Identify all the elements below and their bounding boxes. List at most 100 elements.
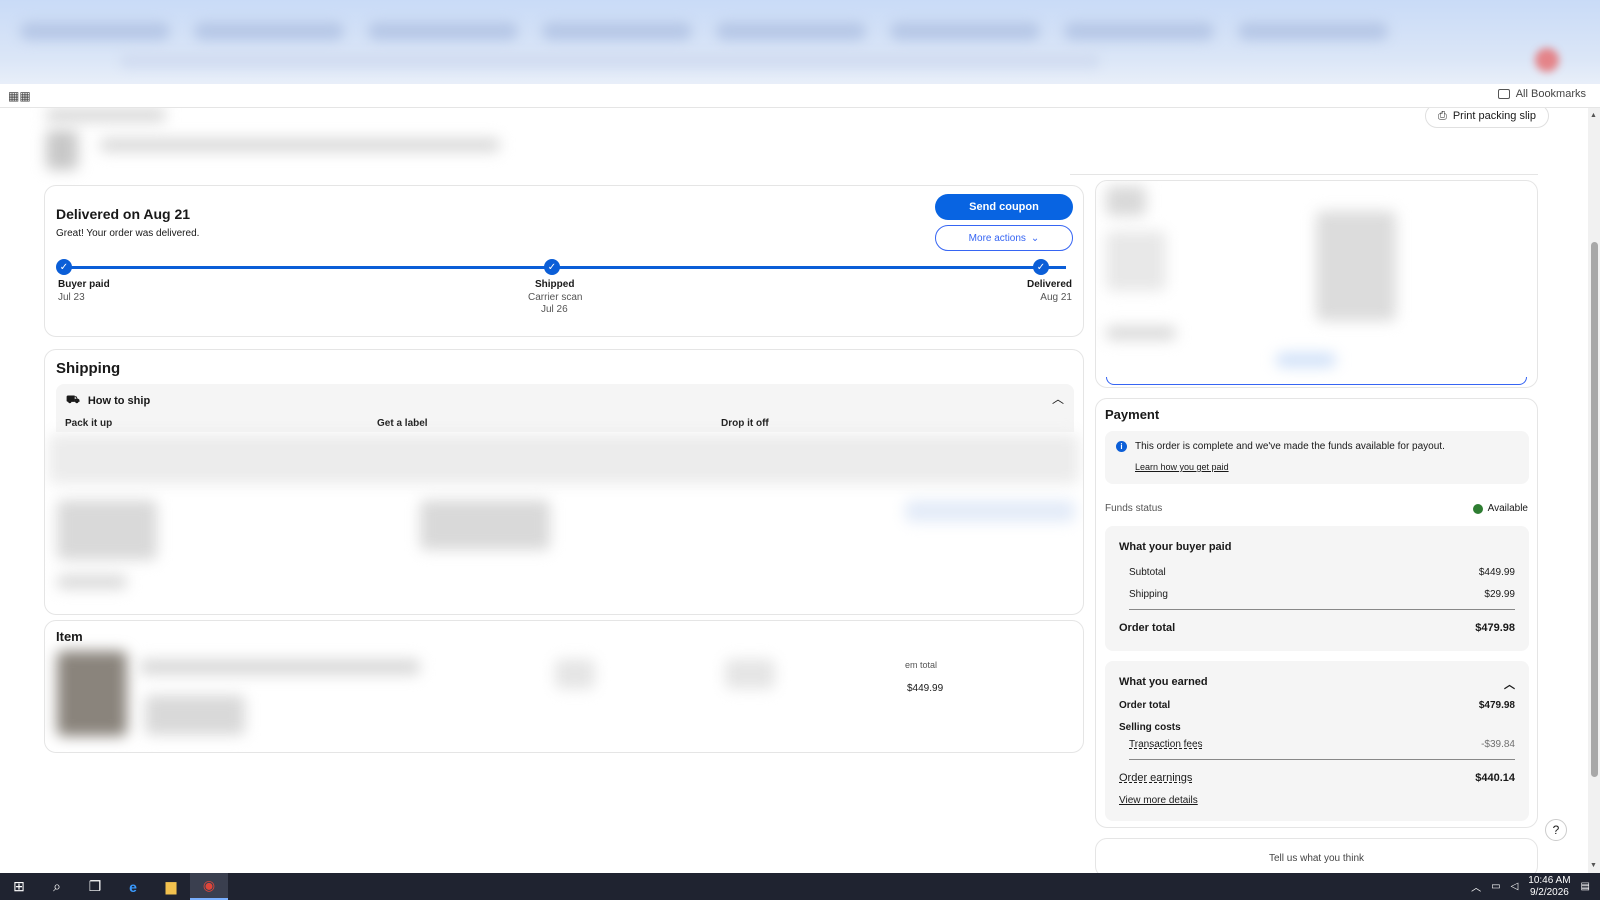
blurred-buyer-line: [1106, 326, 1176, 340]
blurred-tracking: [420, 500, 550, 550]
search-icon[interactable]: ⌕: [38, 873, 76, 900]
view-more-row: View more details: [1119, 795, 1515, 806]
order-total-label: Order total: [1119, 622, 1176, 634]
check-icon: ✓: [56, 259, 72, 275]
shipping-cost-value: $29.99: [1484, 589, 1515, 600]
item-total-value: $449.99: [907, 683, 944, 694]
windows-start-icon[interactable]: ⊞: [0, 873, 38, 900]
step-shipped-detail: Carrier scan: [528, 292, 583, 303]
feedback-card[interactable]: Tell us what you think: [1095, 838, 1538, 873]
file-explorer-icon[interactable]: ▆: [152, 873, 190, 900]
transaction-fees-link[interactable]: Transaction fees: [1129, 739, 1203, 750]
address-bar[interactable]: [120, 52, 1100, 68]
learn-how-you-get-paid-link[interactable]: Learn how you get paid: [1135, 462, 1229, 472]
shipping-cost-label: Shipping: [1129, 589, 1168, 600]
profile-avatar[interactable]: [1535, 48, 1559, 72]
chevron-up-icon[interactable]: ︿: [1052, 390, 1064, 407]
chrome-browser-icon[interactable]: ◉: [190, 873, 228, 900]
blurred-price: [725, 659, 775, 689]
print-packing-slip-button[interactable]: ⎙ Print packing slip: [1425, 108, 1549, 128]
transaction-fees-row: Transaction fees -$39.84: [1129, 739, 1515, 750]
delivery-status-card: Delivered on Aug 21 Great! Your order wa…: [44, 185, 1084, 337]
blurred-buyer-avatar: [1106, 186, 1146, 216]
order-earnings-link[interactable]: Order earnings: [1119, 772, 1192, 784]
windows-taskbar: ⊞ ⌕ ❐ e ▆ ◉ ︿ ▭ ◁ 10:46 AM 9/2/2026 ▤: [0, 873, 1600, 900]
status-dot-icon: [1472, 503, 1483, 514]
buyer-info-card: [1095, 180, 1538, 388]
selling-costs-row: Selling costs: [1119, 722, 1515, 733]
subtotal-row: Subtotal $449.99: [1129, 567, 1515, 578]
blurred-buyer-button[interactable]: [1106, 377, 1527, 385]
shipping-cost-row: Shipping $29.99: [1129, 589, 1515, 600]
blurred-qty: [555, 659, 595, 689]
scroll-down-icon[interactable]: ▼: [1590, 862, 1597, 869]
blurred-title: [100, 138, 500, 152]
delivery-subtitle: Great! Your order was delivered.: [56, 228, 200, 239]
scroll-up-icon[interactable]: ▲: [1590, 112, 1597, 119]
chevron-down-icon: ⌄: [1030, 232, 1040, 244]
blurred-buyer-details: [1106, 231, 1166, 291]
funds-status-text: Available: [1487, 503, 1528, 514]
send-coupon-button[interactable]: Send coupon: [935, 194, 1073, 220]
funds-status-label: Funds status: [1105, 503, 1163, 514]
blurred-address: [57, 500, 157, 560]
info-icon: i: [1116, 441, 1127, 452]
earned-heading[interactable]: What you earned ︿: [1119, 676, 1515, 692]
system-tray: ︿ ▭ ◁ 10:46 AM 9/2/2026 ▤: [1471, 873, 1600, 900]
all-bookmarks-button[interactable]: All Bookmarks: [1497, 88, 1586, 100]
selling-costs-label: Selling costs: [1119, 722, 1181, 733]
printer-icon: ⎙: [1438, 109, 1447, 122]
subtotal-value: $449.99: [1478, 567, 1515, 578]
more-actions-button[interactable]: More actions ⌄: [935, 225, 1073, 251]
page-scrollbar[interactable]: ▲ ▼: [1588, 108, 1600, 873]
earned-order-total-row: Order total $479.98: [1119, 700, 1515, 711]
truck-icon: ⛟: [66, 394, 80, 406]
network-icon[interactable]: ▭: [1491, 881, 1500, 892]
task-view-icon[interactable]: ❐: [76, 873, 114, 900]
clock-date: 9/2/2026: [1529, 886, 1569, 898]
clock-time: 10:46 AM: [1528, 874, 1571, 886]
step-buyer-paid-label: Buyer paid: [58, 279, 110, 290]
all-bookmarks-label: All Bookmarks: [1515, 88, 1586, 100]
divider: [1129, 759, 1515, 760]
step-shipped-date: Jul 26: [541, 304, 568, 315]
check-icon: ✓: [544, 259, 560, 275]
item-total-label: em total: [905, 660, 938, 670]
check-icon: ✓: [1033, 259, 1049, 275]
earned-order-total-label: Order total: [1119, 700, 1171, 711]
buyer-paid-section: What your buyer paid Subtotal $449.99 Sh…: [1105, 526, 1529, 651]
funds-status-value: Available: [1472, 503, 1528, 514]
step-delivered-label: Delivered: [1026, 279, 1072, 290]
browser-tabs: [20, 10, 1540, 54]
clock[interactable]: 10:46 AM 9/2/2026: [1528, 875, 1570, 899]
step-shipped-label: Shipped: [535, 279, 575, 290]
payout-info-text: This order is complete and we've made th…: [1135, 441, 1445, 452]
scroll-thumb[interactable]: [1591, 242, 1598, 777]
edge-browser-icon[interactable]: e: [114, 873, 152, 900]
how-to-ship-panel[interactable]: ⛟ How to ship ︿: [56, 384, 1074, 432]
blurred-address-line: [57, 575, 127, 589]
more-actions-label: More actions: [968, 232, 1026, 244]
blurred-buyer-link[interactable]: [1276, 353, 1336, 367]
blurred-item-image: [57, 651, 127, 736]
blurred-buyer-address: [1316, 211, 1396, 321]
shipping-card: Shipping ⛟ How to ship ︿ Pack it up Get …: [44, 349, 1084, 615]
blurred-item-name: [140, 659, 420, 675]
order-details-page: ⎙ Print packing slip Delivered on Aug 21…: [0, 108, 1590, 873]
item-card: Item em total $449.99: [44, 620, 1084, 753]
browser-chrome: ▦▦ All Bookmarks: [0, 0, 1600, 108]
folder-icon: [1497, 89, 1510, 99]
chevron-up-icon[interactable]: ︿: [1504, 676, 1515, 692]
payment-card: Payment i This order is complete and we'…: [1095, 398, 1538, 828]
blurred-item-details: [145, 695, 245, 735]
apps-grid-icon[interactable]: ▦▦: [8, 89, 31, 103]
blurred-shipping-button[interactable]: [905, 500, 1075, 522]
volume-icon[interactable]: ◁: [1511, 881, 1519, 892]
chevron-up-icon[interactable]: ︿: [1471, 879, 1481, 894]
item-title: Item: [56, 629, 83, 644]
blurred-thumbnail: [46, 130, 78, 170]
notifications-icon[interactable]: ▤: [1581, 881, 1590, 892]
view-more-details-link[interactable]: View more details: [1119, 795, 1198, 806]
pack-it-up-heading: Pack it up: [65, 418, 113, 429]
help-button[interactable]: ?: [1545, 819, 1567, 841]
